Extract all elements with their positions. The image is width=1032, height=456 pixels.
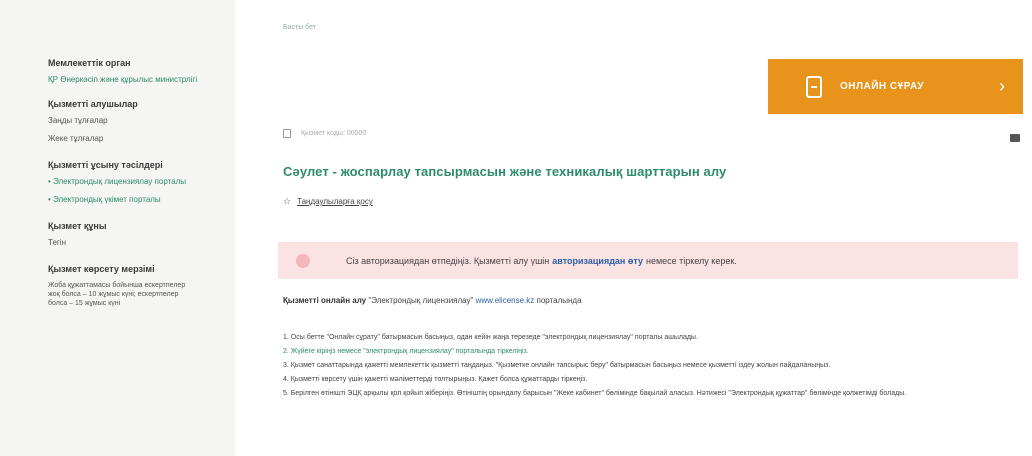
instruction-step: 3. Қызмет санаттарында қажетті мемлекетт…: [283, 362, 831, 369]
alert-text-end: немесе тіркелу керек.: [645, 255, 737, 266]
breadcrumb[interactable]: Басты бет: [283, 24, 316, 31]
printer-icon[interactable]: [1010, 134, 1020, 142]
sidebar-method-link[interactable]: • Электрондық үкімет порталы: [48, 195, 198, 205]
portal-suffix: порталында: [536, 296, 582, 305]
alert-icon: [296, 253, 310, 268]
instruction-step: 5. Берілген өтінішті ЭЦҚ арқылы қол қойы…: [283, 390, 907, 397]
favorites-label: Таңдаулыларға қосу: [297, 197, 373, 206]
sidebar-term-text: Жоба құжаттамасы бойынша ескертпелер жоқ…: [48, 282, 186, 307]
sidebar-recipients-heading: Қызметті алушылар: [48, 99, 138, 109]
service-code-row: Қызмет коды: 00000: [283, 129, 366, 138]
portal-line: Қызметті онлайн алу "Электрондық лицензи…: [283, 296, 582, 305]
instruction-step[interactable]: 2. Жүйеге кіріңіз немесе "электрондық ли…: [283, 347, 1013, 357]
online-request-label: ОНЛАЙН СҰРАУ: [840, 81, 925, 92]
alert-text: Сіз авторизациядан өтпедіңіз. Қызметті а…: [346, 255, 550, 266]
sidebar-cost-heading: Қызмет құны: [48, 221, 107, 231]
instruction-step: 4. Қызметті көрсету үшін қажетті мәлімет…: [283, 376, 588, 383]
sidebar-term-heading: Қызмет көрсету мерзімі: [48, 264, 155, 274]
sidebar-method-link[interactable]: • Электрондық лицензиялау порталы: [48, 177, 198, 187]
sidebar-agency-link[interactable]: ҚР Өнеркәсіп және құрылыс министрлігі: [48, 75, 198, 85]
document-icon: [806, 75, 822, 98]
instruction-steps: 1. Осы бетте "Онлайн сұрату" батырмасын …: [283, 333, 1013, 403]
service-code: Қызмет коды: 00000: [301, 130, 367, 137]
auth-alert: Сіз авторизациядан өтпедіңіз. Қызметті а…: [278, 242, 1018, 279]
chevron-right-icon: ›: [999, 76, 1005, 96]
sidebar-recipient-item: Заңды тұлғалар: [48, 116, 108, 125]
portal-link[interactable]: www.elicense.kz: [476, 296, 535, 305]
add-to-favorites[interactable]: ☆ Таңдаулыларға қосу: [283, 196, 373, 207]
portal-label: Қызметті онлайн алу: [283, 296, 367, 305]
instruction-step: 1. Осы бетте "Онлайн сұрату" батырмасын …: [283, 334, 698, 341]
star-icon: ☆: [283, 196, 292, 206]
lock-icon: [283, 129, 291, 138]
sidebar-agency-heading: Мемлекеттік орган: [48, 58, 131, 68]
online-request-button[interactable]: ОНЛАЙН СҰРАУ ›: [768, 59, 1023, 114]
portal-text: "Электрондық лицензиялау": [368, 296, 474, 305]
sidebar-methods-heading: Қызметті ұсыну тәсілдері: [48, 160, 163, 170]
page-title: Сәулет - жоспарлау тапсырмасын және техн…: [283, 164, 727, 179]
sidebar-cost-value: Тегін: [48, 238, 66, 247]
login-link[interactable]: авторизациядан өту: [552, 256, 643, 266]
sidebar: Мемлекеттік орган ҚР Өнеркәсіп және құры…: [0, 0, 235, 456]
sidebar-recipient-item: Жеке тұлғалар: [48, 134, 104, 143]
